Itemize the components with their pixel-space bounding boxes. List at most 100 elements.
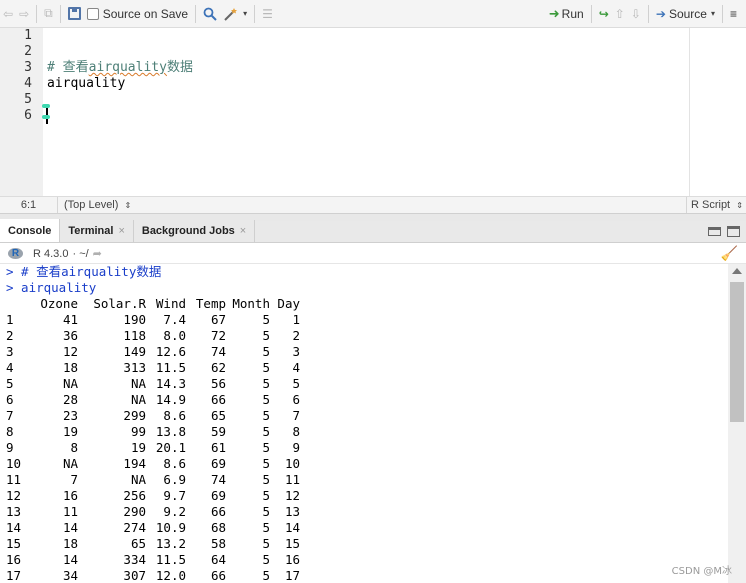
row-index: 3 [6,344,14,359]
close-icon[interactable]: × [240,225,246,237]
table-cell: 4 [292,360,300,375]
table-cell: 11 [62,504,78,519]
table-cell: 5 [262,312,270,327]
table-cell: 8.6 [163,408,186,423]
table-cell: 6.9 [163,472,186,487]
line-number: 2 [24,44,32,59]
toolbar-divider [36,4,38,23]
table-cell: 16 [62,488,78,503]
line-number: 4 [24,76,32,91]
table-row: 6 28 NA 14.9 66 5 6 [0,392,300,408]
scrollbar-thumb[interactable] [730,282,744,422]
table-cell: 13.2 [155,536,186,551]
console-output[interactable]: > # 查看airquality数据 > airquality Ozone So… [0,264,728,583]
table-cell: 5 [262,520,270,535]
chevron-down-icon: ▾ [243,9,248,18]
line-number: 5 [24,92,32,107]
forward-arrow-icon[interactable]: ⇨ [16,3,32,25]
table-cell: 8 [292,424,300,439]
table-cell: 313 [123,360,146,375]
scope-selector[interactable]: (Top Level) ⇕ [58,199,686,211]
table-row: 8 19 99 13.8 59 5 8 [0,424,300,440]
table-cell: 274 [123,520,146,535]
spellcheck-word: airquality [88,60,167,75]
clear-console-broom-icon[interactable]: 🧹 [721,245,738,262]
table-cell: 5 [262,568,270,583]
table-cell: 7.4 [163,312,186,327]
table-cell: 12 [284,488,300,503]
working-directory[interactable]: · ~/ [72,248,88,260]
table-cell: 65 [130,536,146,551]
go-to-directory-icon[interactable]: ➦ [93,247,102,260]
source-button[interactable]: ➔ Source ▾ [653,3,718,25]
maximize-icon[interactable] [727,225,740,237]
row-index: 13 [6,504,22,519]
tab-background-jobs[interactable]: Background Jobs × [133,220,256,242]
table-row: 1 41 190 7.4 67 5 1 [0,312,300,328]
row-index: 6 [6,392,14,407]
close-icon[interactable]: × [118,225,124,237]
margin-line [689,28,690,196]
compile-report-icon[interactable]: ☰ [259,3,276,25]
source-label: Source [668,6,707,21]
save-icon [67,7,81,20]
table-cell: 5 [262,552,270,567]
updown-caret-icon: ⇕ [124,201,132,210]
column-header: Temp [195,296,226,311]
tab-terminal[interactable]: Terminal × [60,220,134,242]
source-editor[interactable]: 1 2 3 4 5 6 # 查看airquality数据 airquality [0,28,746,196]
find-replace-button[interactable] [200,3,220,25]
table-cell: 16 [284,552,300,567]
source-on-save-checkbox[interactable]: Source on Save [84,3,191,25]
table-cell: 11.5 [155,360,186,375]
rerun-icon[interactable]: ↪ [596,3,612,25]
table-cell: 9.7 [163,488,186,503]
editor-toolbar: ⇦ ⇨ ⧉ Source on Save ▾ ☰ ➜ Run ↪ ⇧ ⇩ ➔ S… [0,0,746,28]
line-number: 1 [24,28,32,43]
scroll-up-arrow-icon[interactable] [732,268,742,274]
minimize-icon[interactable] [708,226,721,236]
toolbar-divider [647,4,649,23]
column-header: Ozone [40,296,78,311]
file-type-selector[interactable]: R Script ⇕ [686,197,746,213]
line-number: 3 [24,60,32,75]
table-cell: 6 [292,392,300,407]
table-row: 17 34 307 12.0 66 5 17 [0,568,300,583]
table-cell: 11 [284,472,300,487]
table-cell: 5 [262,408,270,423]
go-up-icon[interactable]: ⇧ [612,3,628,25]
console-input-line: > # 查看airquality数据 [6,264,162,279]
table-cell: 19 [62,424,78,439]
row-index: 9 [6,440,14,455]
table-cell: 8 [70,440,78,455]
back-arrow-icon[interactable]: ⇦ [0,3,16,25]
save-button[interactable] [65,3,84,25]
table-cell: 59 [210,424,226,439]
row-index: 10 [6,456,22,471]
code-tools-button[interactable]: ▾ [220,3,250,25]
row-index: 11 [6,472,22,487]
table-cell: 15 [284,536,300,551]
table-cell: 14 [62,552,78,567]
console-scrollbar[interactable] [728,264,746,583]
tab-console[interactable]: Console [0,219,61,242]
console-tabbar: Console Terminal × Background Jobs × [0,219,746,243]
row-index: 2 [6,328,14,343]
table-cell: 62 [210,360,226,375]
show-in-window-icon[interactable]: ⧉ [41,3,56,25]
row-index: 1 [6,312,14,327]
table-cell: 12.6 [155,344,186,359]
table-cell: NA [62,376,78,391]
table-cell: 10.9 [155,520,186,535]
table-cell: 12.0 [155,568,186,583]
run-button[interactable]: ➜ Run [546,3,587,25]
go-down-icon[interactable]: ⇩ [628,3,644,25]
table-row: 12 16 256 9.7 69 5 12 [0,488,300,504]
toolbar-divider [721,4,723,23]
document-outline-icon[interactable]: ≡ [727,3,740,25]
table-cell: 8.0 [163,328,186,343]
table-cell: 334 [123,552,146,567]
pane-window-controls [708,220,746,242]
table-row: 9 8 19 20.1 61 5 9 [0,440,300,456]
console-input-line: > airquality [6,280,97,295]
